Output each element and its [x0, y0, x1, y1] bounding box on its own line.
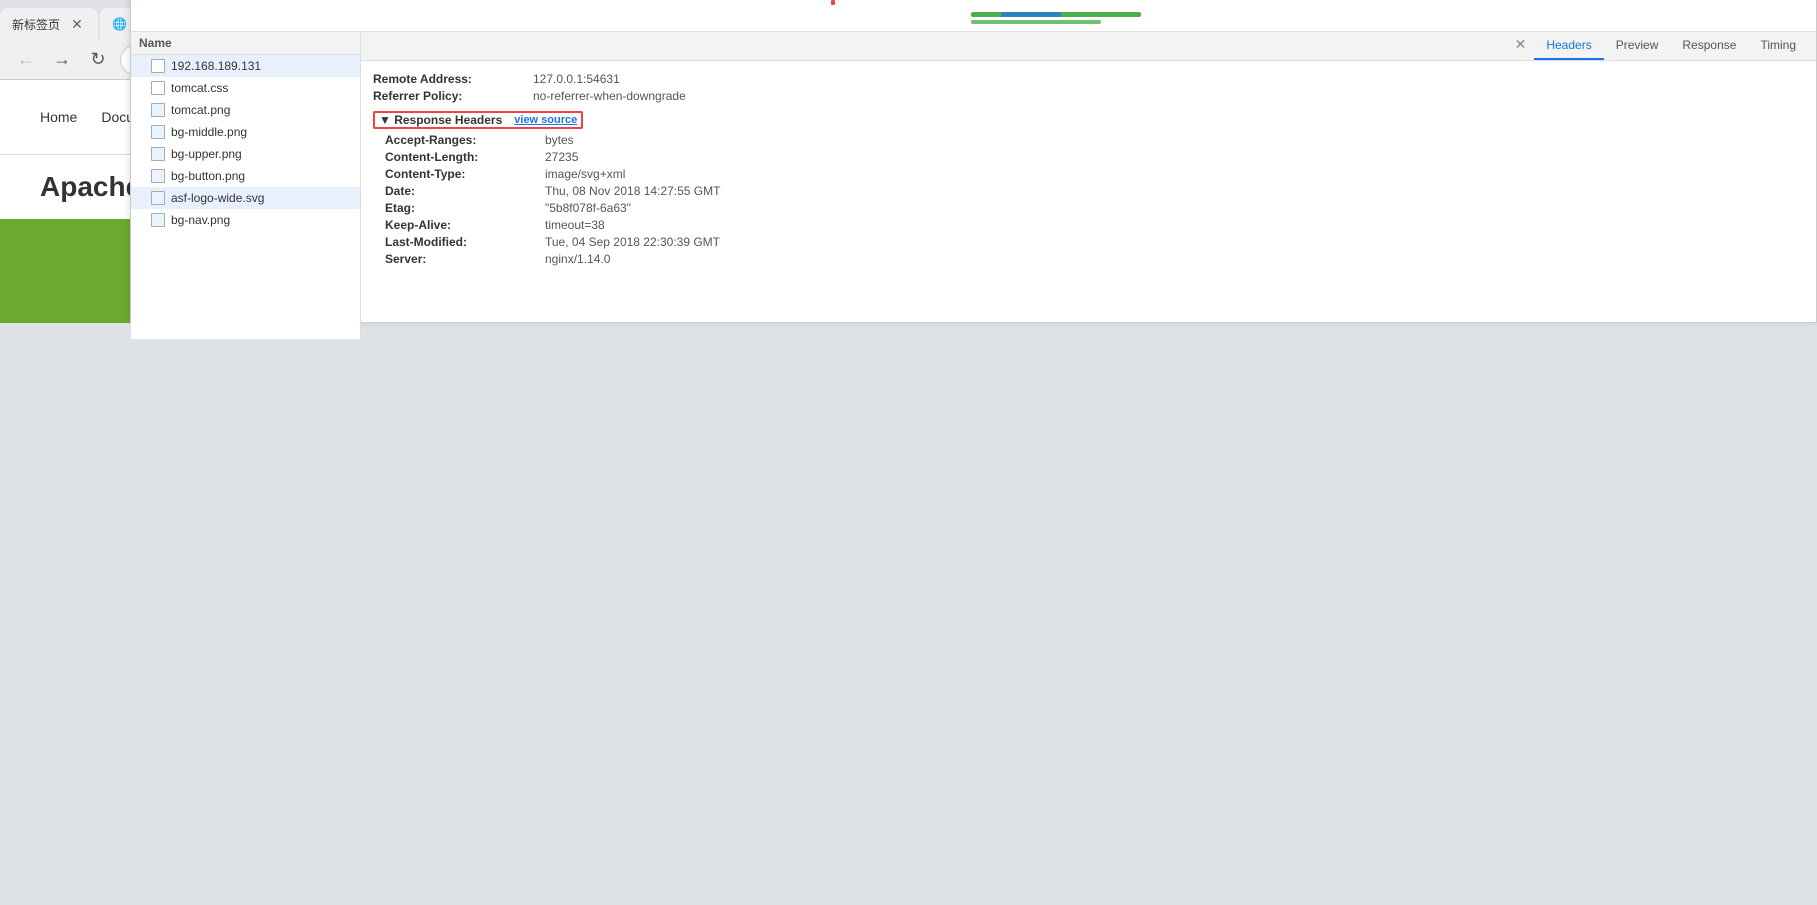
file-name-8: bg-nav.png	[171, 213, 230, 227]
devtools-main: Name 192.168.189.131 tomcat.css tomcat.p…	[131, 32, 1816, 339]
resp-key-4: Etag:	[385, 201, 545, 215]
file-name-4: bg-middle.png	[171, 125, 247, 139]
resp-val-0: bytes	[545, 133, 574, 147]
resp-val-3: Thu, 08 Nov 2018 14:27:55 GMT	[545, 184, 720, 198]
file-item-6[interactable]: bg-button.png	[131, 165, 360, 187]
resp-row-0: Accept-Ranges: bytes	[373, 133, 1804, 147]
resp-key-6: Last-Modified:	[385, 235, 545, 249]
remote-address-val: 127.0.0.1:54631	[533, 72, 620, 86]
response-headers-title: ▼ Response Headers	[379, 113, 502, 127]
file-name-7: asf-logo-wide.svg	[171, 191, 264, 205]
file-icon-8	[151, 213, 165, 227]
tab-1-close[interactable]: ✕	[68, 15, 86, 33]
resp-row-4: Etag: "5b8f078f-6a63"	[373, 201, 1804, 215]
file-name-2: tomcat.css	[171, 81, 228, 95]
file-list: Name 192.168.189.131 tomcat.css tomcat.p…	[131, 32, 361, 339]
file-icon-7	[151, 191, 165, 205]
file-name-5: bg-upper.png	[171, 147, 242, 161]
headers-content: Remote Address: 127.0.0.1:54631 Referrer…	[361, 61, 1816, 277]
resp-key-7: Server:	[385, 252, 545, 266]
timeline-bars	[131, 0, 1816, 32]
referrer-policy-key: Referrer Policy:	[373, 89, 533, 103]
response-headers-section: ▼ Response Headers view source	[373, 111, 1804, 129]
refresh-button[interactable]: ↻	[84, 46, 112, 74]
response-headers-list: Accept-Ranges: bytes Content-Length: 272…	[373, 133, 1804, 266]
webpage-content: Home Documentation Configuration Example…	[0, 80, 1817, 323]
file-icon-4	[151, 125, 165, 139]
file-icon-3	[151, 103, 165, 117]
resp-key-1: Content-Length:	[385, 150, 545, 164]
file-item-1[interactable]: 192.168.189.131	[131, 55, 360, 77]
panel-tab-preview[interactable]: Preview	[1604, 32, 1671, 60]
timeline-area: 10 ms 20 ms 30 ms 40 ms 50 ms 60 ms 70 m…	[131, 0, 1816, 32]
tab-1-title: 新标签页	[12, 16, 60, 33]
file-icon-1	[151, 59, 165, 73]
resp-key-2: Content-Type:	[385, 167, 545, 181]
forward-button[interactable]: →	[48, 46, 76, 74]
panel-close-button[interactable]: ✕	[1507, 32, 1535, 60]
file-item-8[interactable]: bg-nav.png	[131, 209, 360, 231]
file-name-3: tomcat.png	[171, 103, 230, 117]
timeline-bar-6	[1001, 12, 1061, 17]
resp-row-3: Date: Thu, 08 Nov 2018 14:27:55 GMT	[373, 184, 1804, 198]
nav-home[interactable]: Home	[40, 109, 77, 125]
file-item-7[interactable]: asf-logo-wide.svg	[131, 187, 360, 209]
file-icon-2	[151, 81, 165, 95]
file-icon-6	[151, 169, 165, 183]
file-item-4[interactable]: bg-middle.png	[131, 121, 360, 143]
resp-val-1: 27235	[545, 150, 578, 164]
remote-address-row: Remote Address: 127.0.0.1:54631	[373, 72, 1804, 86]
tab-1[interactable]: 新标签页 ✕	[0, 8, 98, 40]
file-item-2[interactable]: tomcat.css	[131, 77, 360, 99]
panel-tab-response[interactable]: Response	[1670, 32, 1748, 60]
resp-val-2: image/svg+xml	[545, 167, 625, 181]
resp-row-6: Last-Modified: Tue, 04 Sep 2018 22:30:39…	[373, 235, 1804, 249]
response-headers-title-box: ▼ Response Headers view source	[373, 111, 583, 129]
resp-row-7: Server: nginx/1.14.0	[373, 252, 1804, 266]
resp-row-2: Content-Type: image/svg+xml	[373, 167, 1804, 181]
file-item-3[interactable]: tomcat.png	[131, 99, 360, 121]
resp-key-5: Keep-Alive:	[385, 218, 545, 232]
devtools-panel: ⠿ ↖ 📱 DevTools - 192.168.189.131/ Elemen…	[130, 0, 1817, 323]
panel-tabs: ✕ Headers Preview Response Timing	[361, 32, 1816, 61]
file-name-1: 192.168.189.131	[171, 59, 261, 73]
file-item-5[interactable]: bg-upper.png	[131, 143, 360, 165]
browser-window: 新标签页 ✕ 🌐 博客后台管理 - 博客园 ✕ 🐱 Apache Tomcat/…	[0, 0, 1817, 905]
resp-val-7: nginx/1.14.0	[545, 252, 610, 266]
headers-panel: ✕ Headers Preview Response Timing Remote…	[361, 32, 1816, 339]
timeline-bar-7	[971, 20, 1101, 24]
panel-tab-headers[interactable]: Headers	[1534, 32, 1603, 60]
resp-key-3: Date:	[385, 184, 545, 198]
resp-val-5: timeout=38	[545, 218, 605, 232]
name-column-header: Name	[131, 32, 360, 55]
resp-val-6: Tue, 04 Sep 2018 22:30:39 GMT	[545, 235, 720, 249]
timeline-bar-4	[831, 0, 835, 5]
file-name-6: bg-button.png	[171, 169, 245, 183]
view-source-link[interactable]: view source	[514, 114, 577, 126]
referrer-policy-val: no-referrer-when-downgrade	[533, 89, 686, 103]
file-icon-5	[151, 147, 165, 161]
back-button[interactable]: ←	[12, 46, 40, 74]
remote-address-key: Remote Address:	[373, 72, 533, 86]
resp-key-0: Accept-Ranges:	[385, 133, 545, 147]
resp-row-5: Keep-Alive: timeout=38	[373, 218, 1804, 232]
panel-tab-timing[interactable]: Timing	[1748, 32, 1808, 60]
referrer-policy-row: Referrer Policy: no-referrer-when-downgr…	[373, 89, 1804, 103]
resp-row-1: Content-Length: 27235	[373, 150, 1804, 164]
resp-val-4: "5b8f078f-6a63"	[545, 201, 631, 215]
